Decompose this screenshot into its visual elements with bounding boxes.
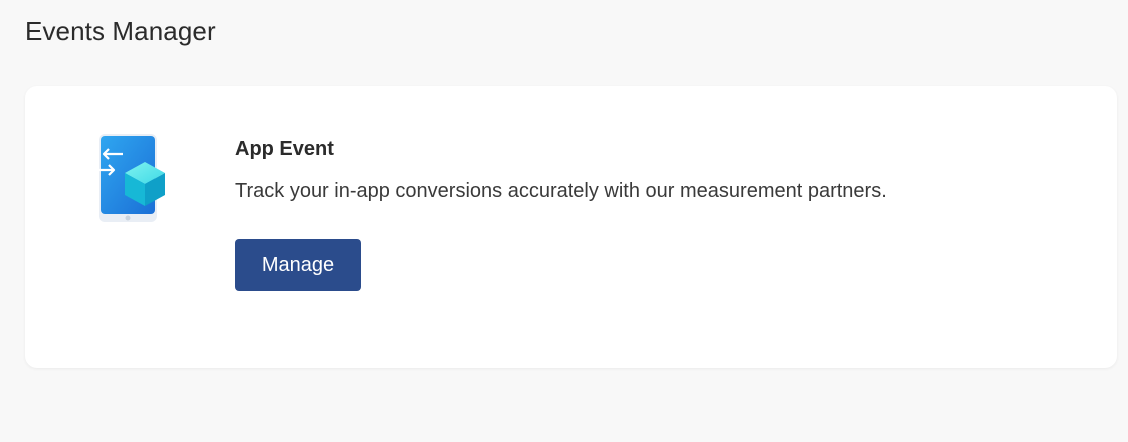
page-title: Events Manager <box>25 16 216 46</box>
app-event-card: App Event Track your in-app conversions … <box>25 86 1117 368</box>
phone-cube-sync-icon <box>95 134 165 222</box>
card-title: App Event <box>235 138 334 160</box>
card-body: App Event Track your in-app conversions … <box>235 138 887 291</box>
card-description: Track your in-app conversions accurately… <box>235 180 887 202</box>
manage-button[interactable]: Manage <box>235 239 361 291</box>
